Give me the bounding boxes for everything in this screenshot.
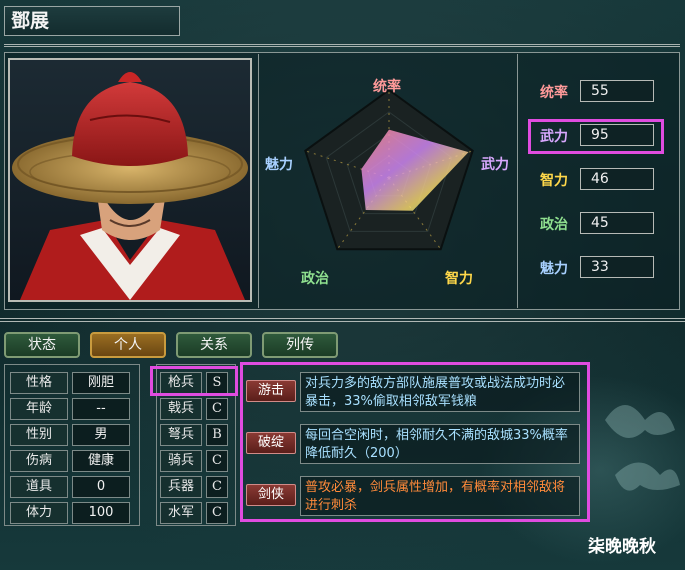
radar-label-tongshuai: 统率 — [373, 79, 401, 95]
info-value: 男 — [72, 424, 130, 446]
stat-row-zhengzhi: 政治 45 — [528, 212, 668, 236]
info-value: 健康 — [72, 450, 130, 472]
info-row-stamina: 体力 100 — [10, 502, 132, 524]
stat-value: 45 — [580, 212, 654, 234]
watermark-text: 柒晚晚秋 — [588, 537, 656, 557]
troop-row-siege: 兵器 C — [160, 476, 232, 498]
info-value: 100 — [72, 502, 130, 524]
officer-portrait — [8, 58, 252, 302]
info-label: 道具 — [10, 476, 68, 498]
stat-row-tongshuai: 统率 55 — [528, 80, 668, 104]
radar-label-meili: 魅力 — [265, 157, 293, 173]
info-value: 刚胆 — [72, 372, 130, 394]
info-value: 0 — [72, 476, 130, 498]
wuli-highlight-box — [528, 119, 664, 154]
attribute-radar-chart: 统率 武力 智力 政治 魅力 — [258, 54, 518, 308]
info-label: 体力 — [10, 502, 68, 524]
radar-label-zhengzhi: 政治 — [301, 271, 329, 287]
officer-screen: 鄧展 统率 武力 智力 政治 魅力 统率 55 武力 95 智力 46 政治 4… — [0, 0, 685, 570]
stat-value: 46 — [580, 168, 654, 190]
divider — [0, 318, 685, 322]
radar-label-wuli: 武力 — [481, 157, 509, 173]
radar-label-zhili: 智力 — [445, 271, 473, 287]
info-label: 年龄 — [10, 398, 68, 420]
stat-value: 33 — [580, 256, 654, 278]
troop-name: 戟兵 — [160, 398, 202, 420]
info-row-age: 年龄 -- — [10, 398, 132, 420]
info-row-personality: 性格 刚胆 — [10, 372, 132, 394]
troop-name: 骑兵 — [160, 450, 202, 472]
info-label: 性别 — [10, 424, 68, 446]
info-row-items: 道具 0 — [10, 476, 132, 498]
tab-biography[interactable]: 列传 — [262, 332, 338, 358]
troop-grade: B — [206, 424, 228, 446]
troop-name: 弩兵 — [160, 424, 202, 446]
stat-label: 政治 — [540, 217, 568, 233]
cloud-ornament — [605, 405, 680, 491]
troop-name: 水军 — [160, 502, 202, 524]
stat-row-zhili: 智力 46 — [528, 168, 668, 192]
stat-label: 智力 — [540, 173, 568, 189]
tab-personal[interactable]: 个人 — [90, 332, 166, 358]
info-row-injury: 伤病 健康 — [10, 450, 132, 472]
troop-name: 兵器 — [160, 476, 202, 498]
tab-relations[interactable]: 关系 — [176, 332, 252, 358]
divider — [4, 44, 680, 47]
officer-name: 鄧展 — [4, 6, 180, 36]
info-label: 性格 — [10, 372, 68, 394]
info-row-gender: 性别 男 — [10, 424, 132, 446]
troop-grade: C — [206, 398, 228, 420]
troop-grade: C — [206, 476, 228, 498]
spear-highlight-box — [150, 366, 238, 396]
info-label: 伤病 — [10, 450, 68, 472]
tab-status[interactable]: 状态 — [4, 332, 80, 358]
troop-row-cavalry: 骑兵 C — [160, 450, 232, 472]
stat-value: 55 — [580, 80, 654, 102]
troop-row-navy: 水军 C — [160, 502, 232, 524]
stat-label: 统率 — [540, 85, 568, 101]
info-value: -- — [72, 398, 130, 420]
skills-highlight-box — [240, 362, 590, 522]
troop-grade: C — [206, 502, 228, 524]
troop-row-halberd: 戟兵 C — [160, 398, 232, 420]
troop-row-crossbow: 弩兵 B — [160, 424, 232, 446]
stat-row-meili: 魅力 33 — [528, 256, 668, 280]
troop-grade: C — [206, 450, 228, 472]
stat-label: 魅力 — [540, 261, 568, 277]
